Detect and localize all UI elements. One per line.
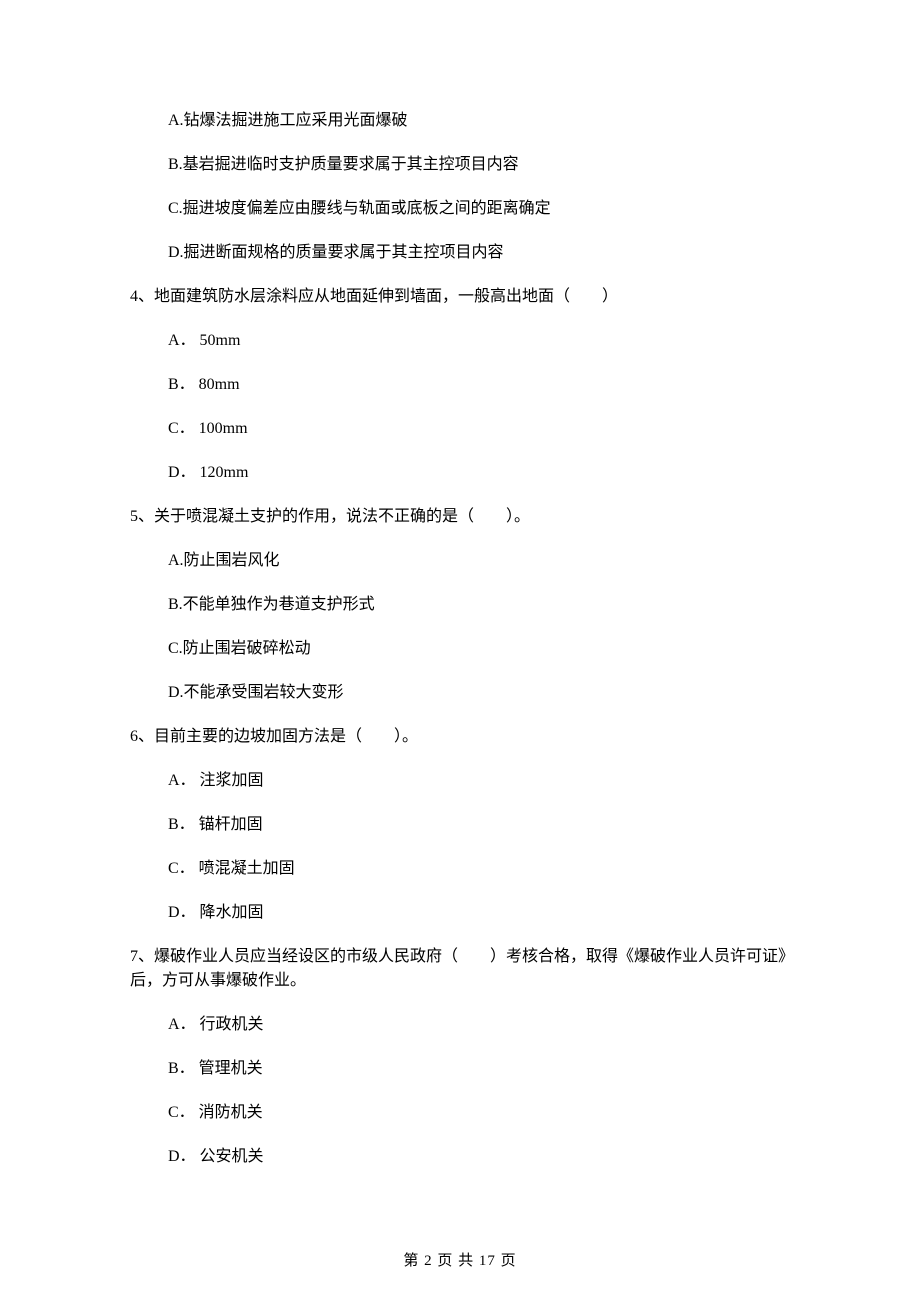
q4-option-c: C． 100mm [168,417,790,441]
q7-option-b: B． 管理机关 [168,1057,790,1081]
q5-options: A.防止围岩风化 B.不能单独作为巷道支护形式 C.防止围岩破碎松动 D.不能承… [130,549,790,705]
page-container: A.钻爆法掘进施工应采用光面爆破 B.基岩掘进临时支护质量要求属于其主控项目内容… [0,0,920,1302]
q5-option-d: D.不能承受围岩较大变形 [168,681,790,705]
q3-option-c: C.掘进坡度偏差应由腰线与轨面或底板之间的距离确定 [168,197,790,221]
q6-option-b: B． 锚杆加固 [168,813,790,837]
q4-option-d: D． 120mm [168,461,790,485]
q5-stem: 5、关于喷混凝土支护的作用，说法不正确的是（ ）。 [130,505,790,529]
q3-option-b: B.基岩掘进临时支护质量要求属于其主控项目内容 [168,153,790,177]
page-footer: 第 2 页 共 17 页 [0,1250,920,1273]
q7-options: A． 行政机关 B． 管理机关 C． 消防机关 D． 公安机关 [130,1013,790,1169]
q7-option-d: D． 公安机关 [168,1145,790,1169]
q7-option-c: C． 消防机关 [168,1101,790,1125]
q6-option-c: C． 喷混凝土加固 [168,857,790,881]
q6-stem: 6、目前主要的边坡加固方法是（ ）。 [130,725,790,749]
q4-stem: 4、地面建筑防水层涂料应从地面延伸到墙面，一般高出地面（ ） [130,285,790,309]
q5-option-c: C.防止围岩破碎松动 [168,637,790,661]
q3-option-a: A.钻爆法掘进施工应采用光面爆破 [168,109,790,133]
q4-options: A． 50mm B． 80mm C． 100mm D． 120mm [130,329,790,485]
q5-option-a: A.防止围岩风化 [168,549,790,573]
q6-option-d: D． 降水加固 [168,901,790,925]
q5-option-b: B.不能单独作为巷道支护形式 [168,593,790,617]
q6-option-a: A． 注浆加固 [168,769,790,793]
q4-option-a: A． 50mm [168,329,790,353]
q4-option-b: B． 80mm [168,373,790,397]
q7-option-a: A． 行政机关 [168,1013,790,1037]
q6-options: A． 注浆加固 B． 锚杆加固 C． 喷混凝土加固 D． 降水加固 [130,769,790,925]
q3-options: A.钻爆法掘进施工应采用光面爆破 B.基岩掘进临时支护质量要求属于其主控项目内容… [130,109,790,265]
q7-stem: 7、爆破作业人员应当经设区的市级人民政府（ ）考核合格，取得《爆破作业人员许可证… [130,945,790,993]
q3-option-d: D.掘进断面规格的质量要求属于其主控项目内容 [168,241,790,265]
